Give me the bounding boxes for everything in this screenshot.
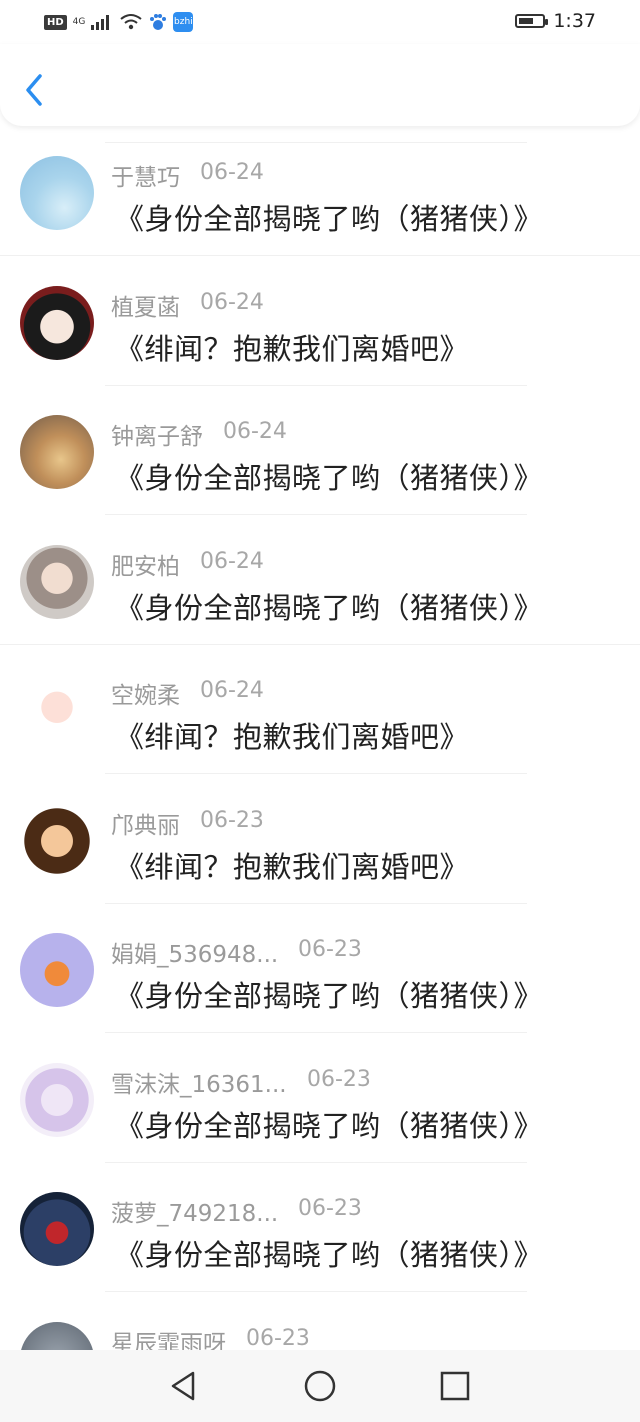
comment-date: 06-24 [200, 549, 264, 574]
status-bar: HD 4G bzhi 1:37 [0, 0, 640, 44]
commenter-name: 星辰霏雨呀 [111, 1331, 226, 1350]
commenter-name: 娟娟_536948... [111, 942, 279, 968]
commenter-name: 菠萝_749218... [111, 1201, 279, 1227]
commenter-name: 植夏菡 [111, 295, 180, 321]
list-item[interactable]: 植夏菡 06-24 《绯闻？抱歉我们离婚吧》 [0, 256, 640, 386]
commenter-name: 邝典丽 [111, 813, 180, 839]
status-icons-left: HD 4G bzhi [44, 10, 194, 34]
commenter-name: 空婉柔 [111, 683, 180, 709]
network-type-label: 4G [72, 16, 86, 27]
book-title: 《绯闻？抱歉我们离婚吧》 [115, 850, 470, 884]
comment-date: 06-23 [298, 1196, 362, 1221]
list-item[interactable]: 肥安柏 06-24 《身份全部揭晓了哟（猪猪侠）》 [0, 515, 640, 645]
avatar[interactable] [20, 804, 94, 878]
commenter-name: 雪沫沫_16361... [111, 1072, 287, 1098]
book-title: 《身份全部揭晓了哟（猪猪侠）》 [115, 461, 544, 495]
back-button[interactable] [18, 70, 54, 110]
avatar[interactable] [20, 674, 94, 748]
system-nav-bar [0, 1350, 640, 1422]
list-item[interactable]: 星辰霏雨呀 06-23 [0, 1292, 640, 1350]
list-item[interactable]: 娟娟_536948... 06-23 《身份全部揭晓了哟（猪猪侠）》 [0, 903, 640, 1033]
commenter-name: 肥安柏 [111, 554, 180, 580]
signal-icon [91, 15, 110, 30]
avatar[interactable] [20, 1063, 94, 1137]
list-item[interactable]: 钟离子舒 06-24 《身份全部揭晓了哟（猪猪侠）》 [0, 385, 640, 515]
hd-badge: HD [44, 14, 67, 30]
avatar[interactable] [20, 1322, 94, 1350]
commenter-name: 钟离子舒 [111, 424, 203, 450]
avatar[interactable] [20, 286, 94, 360]
comment-date: 06-23 [307, 1067, 371, 1092]
avatar[interactable] [20, 545, 94, 619]
chevron-left-icon [26, 74, 42, 106]
commenter-name: 于慧巧 [111, 165, 180, 191]
avatar[interactable] [20, 415, 94, 489]
battery-level [519, 18, 534, 24]
app-notification-icon: bzhi [173, 12, 194, 32]
paw-icon [150, 14, 167, 30]
comment-date: 06-24 [200, 290, 264, 315]
list-item[interactable]: 邝典丽 06-23 《绯闻？抱歉我们离婚吧》 [0, 774, 640, 904]
header [0, 44, 640, 126]
comment-date: 06-24 [200, 160, 264, 185]
book-title: 《绯闻？抱歉我们离婚吧》 [115, 332, 470, 366]
triangle-back-icon [171, 1371, 195, 1401]
battery-icon [515, 14, 549, 28]
comment-date: 06-23 [246, 1326, 310, 1350]
book-title: 《身份全部揭晓了哟（猪猪侠）》 [115, 202, 544, 236]
book-title: 《身份全部揭晓了哟（猪猪侠）》 [115, 1109, 544, 1143]
comment-date: 06-23 [200, 808, 264, 833]
list-item[interactable]: 雪沫沫_16361... 06-23 《身份全部揭晓了哟（猪猪侠）》 [0, 1033, 640, 1163]
avatar[interactable] [20, 933, 94, 1007]
wifi-icon [120, 14, 142, 30]
book-title: 《绯闻？抱歉我们离婚吧》 [115, 720, 470, 754]
circle-home-icon [304, 1370, 336, 1402]
status-icons-right: 1:37 [515, 8, 596, 34]
nav-back-button[interactable] [166, 1368, 202, 1404]
list-item[interactable]: 菠萝_749218... 06-23 《身份全部揭晓了哟（猪猪侠）》 [0, 1162, 640, 1292]
book-title: 《身份全部揭晓了哟（猪猪侠）》 [115, 979, 544, 1013]
avatar[interactable] [20, 1192, 94, 1266]
square-recents-icon [440, 1371, 470, 1401]
list-item[interactable]: 空婉柔 06-24 《绯闻？抱歉我们离婚吧》 [0, 644, 640, 774]
list-item[interactable]: 于慧巧 06-24 《身份全部揭晓了哟（猪猪侠）》 [0, 126, 640, 256]
nav-recents-button[interactable] [437, 1368, 473, 1404]
clock: 1:37 [553, 10, 596, 32]
book-title: 《身份全部揭晓了哟（猪猪侠）》 [115, 1238, 544, 1272]
avatar[interactable] [20, 156, 94, 230]
comment-list: 于慧巧 06-24 《身份全部揭晓了哟（猪猪侠）》 植夏菡 06-24 《绯闻？抱歉我们离… [0, 126, 640, 1350]
comment-date: 06-23 [298, 937, 362, 962]
book-title: 《身份全部揭晓了哟（猪猪侠）》 [115, 591, 544, 625]
nav-home-button[interactable] [302, 1368, 338, 1404]
comment-date: 06-24 [200, 678, 264, 703]
comment-date: 06-24 [223, 419, 287, 444]
